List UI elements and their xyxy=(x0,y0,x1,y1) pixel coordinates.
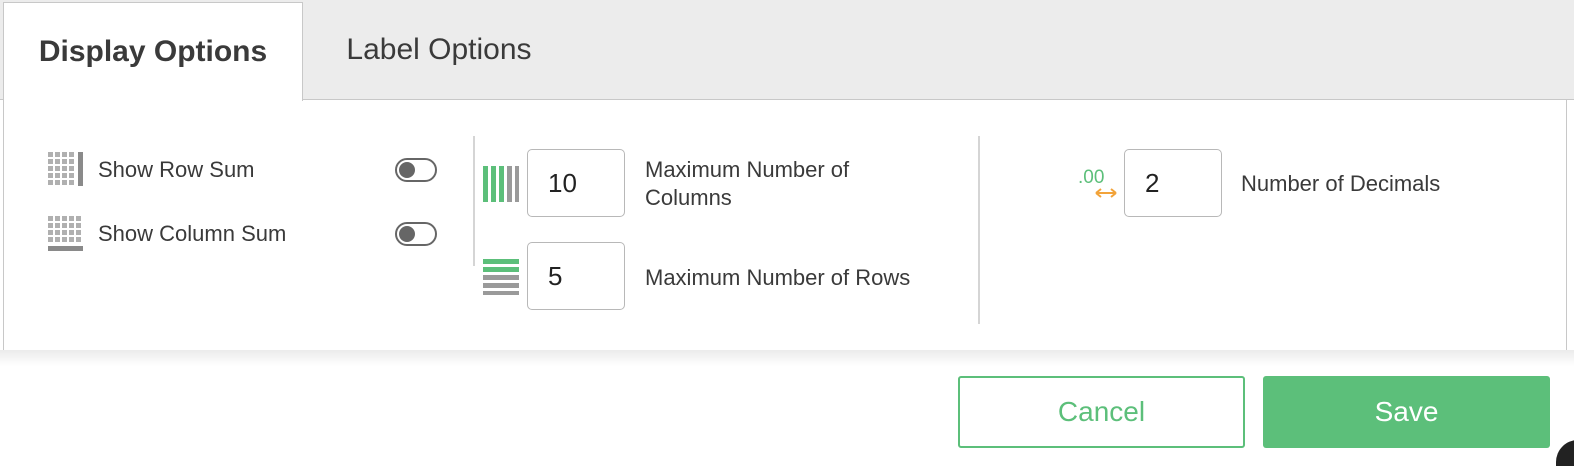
decimal-places-icon: .00 xyxy=(1078,167,1120,201)
tab-label-options[interactable]: Label Options xyxy=(304,0,574,100)
columns-icon xyxy=(483,166,519,202)
decimals-label: Number of Decimals xyxy=(1241,171,1441,196)
panel-border-right xyxy=(1566,100,1567,350)
divider xyxy=(978,136,980,324)
double-arrow-icon xyxy=(1095,188,1117,198)
show-column-sum-label: Show Column Sum xyxy=(98,221,287,246)
show-row-sum-label: Show Row Sum xyxy=(98,157,255,182)
decimal-icon-text: .00 xyxy=(1078,167,1105,188)
toggle-knob xyxy=(399,226,415,242)
column-sum-icon xyxy=(48,216,83,251)
cancel-button[interactable]: Cancel xyxy=(958,376,1245,448)
decimals-input[interactable]: 2 xyxy=(1124,149,1222,217)
divider xyxy=(473,136,475,266)
show-row-sum-row: Show Row Sum xyxy=(46,150,446,190)
save-button[interactable]: Save xyxy=(1263,376,1550,448)
rows-icon xyxy=(483,259,519,295)
max-rows-label: Maximum Number of Rows xyxy=(645,265,911,290)
max-columns-label: Maximum Number of Columns xyxy=(645,157,850,210)
show-column-sum-toggle[interactable] xyxy=(395,222,437,246)
panel-border-left xyxy=(3,100,4,350)
show-row-sum-toggle[interactable] xyxy=(395,158,437,182)
toggle-knob xyxy=(399,162,415,178)
max-rows-input[interactable]: 5 xyxy=(527,242,625,310)
max-columns-input[interactable]: 10 xyxy=(527,149,625,217)
row-sum-icon xyxy=(48,152,83,186)
tab-display-options[interactable]: Display Options xyxy=(3,2,303,101)
show-column-sum-row: Show Column Sum xyxy=(46,214,446,254)
